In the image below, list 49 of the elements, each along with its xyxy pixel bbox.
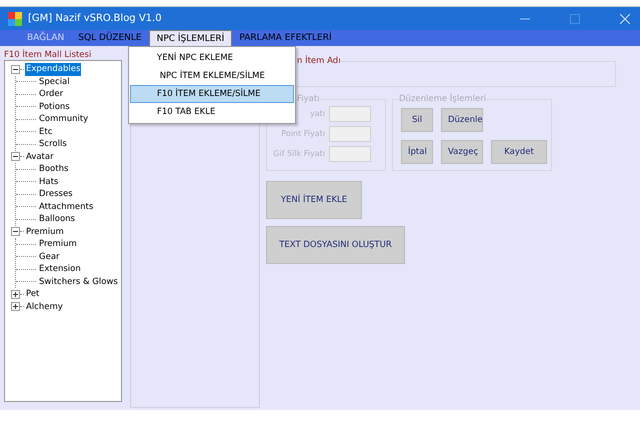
- expander-icon[interactable]: [11, 290, 20, 299]
- tree-item[interactable]: Premium: [38, 238, 78, 250]
- tree-item[interactable]: Premium: [25, 226, 65, 238]
- tree-item[interactable]: Community: [38, 113, 90, 126]
- action-button[interactable]: Vazgeç: [441, 140, 483, 164]
- tree-item[interactable]: Scrolls: [38, 138, 68, 150]
- expander-icon[interactable]: [11, 152, 20, 162]
- tree-item[interactable]: Extension: [38, 263, 82, 276]
- tree-item[interactable]: Etc: [38, 126, 54, 138]
- group-title: Fiyatı: [297, 94, 320, 104]
- menu-item[interactable]: YENİ NPC EKLEME: [130, 49, 294, 67]
- menu-item[interactable]: NPC İŞLEMLERİ: [148, 30, 232, 46]
- tree-item[interactable]: Special: [38, 76, 71, 88]
- expander-icon[interactable]: [11, 302, 20, 312]
- menu-item[interactable]: F10 TAB EKLE: [130, 103, 294, 121]
- menu-item[interactable]: SQL DÜZENLE: [71, 30, 149, 46]
- tree-item[interactable]: Booths: [38, 163, 70, 176]
- tree-item[interactable]: Order: [38, 88, 64, 100]
- group-title: F10 İtem Mall Listesi: [4, 50, 92, 60]
- menu-item[interactable]: PARLAMA EFEKTLERİ: [232, 30, 339, 46]
- tree-item[interactable]: Hats: [38, 176, 60, 188]
- expander-icon[interactable]: [11, 227, 20, 236]
- field-label: yatı: [310, 109, 325, 118]
- action-button[interactable]: İptal: [401, 140, 433, 164]
- tree-item[interactable]: Gear: [38, 250, 61, 263]
- tree-item[interactable]: Avatar: [25, 150, 55, 163]
- field-label: Gif Silk Fiyatı: [273, 149, 325, 158]
- group-title: n İtem Adı: [297, 56, 341, 66]
- tree-item[interactable]: Attachments: [38, 200, 94, 213]
- close-icon[interactable]: [620, 14, 630, 24]
- tree-item[interactable]: Alchemy: [25, 300, 64, 313]
- expander-icon[interactable]: [11, 64, 20, 74]
- tree-item[interactable]: Balloons: [38, 213, 76, 226]
- action-button[interactable]: YENİ İTEM EKLE: [266, 181, 362, 219]
- tree-item[interactable]: Pet: [25, 288, 40, 300]
- tree-item[interactable]: Switchers & Glows: [38, 276, 119, 288]
- group-title: Düzenleme İşlemleri: [399, 94, 486, 104]
- menu-item[interactable]: NPC İTEM EKLEME/SİLME: [130, 67, 294, 85]
- tree-item[interactable]: Dresses: [38, 188, 74, 200]
- action-button[interactable]: Düzenle: [441, 108, 483, 132]
- tree-item[interactable]: Potions: [38, 100, 71, 113]
- action-button[interactable]: Kaydet: [491, 140, 547, 164]
- window-title: [GM] Nazif vSRO.Blog V1.0: [28, 13, 162, 24]
- field-label: Point Fiyatı: [281, 129, 325, 138]
- action-button[interactable]: TEXT DOSYASINI OLUŞTUR: [266, 226, 405, 264]
- menu-item[interactable]: F10 İTEM EKLEME/SİLME: [130, 85, 294, 103]
- app-icon: [8, 12, 22, 26]
- tree-item[interactable]: Expendables: [25, 63, 82, 76]
- action-button[interactable]: Sil: [401, 108, 433, 132]
